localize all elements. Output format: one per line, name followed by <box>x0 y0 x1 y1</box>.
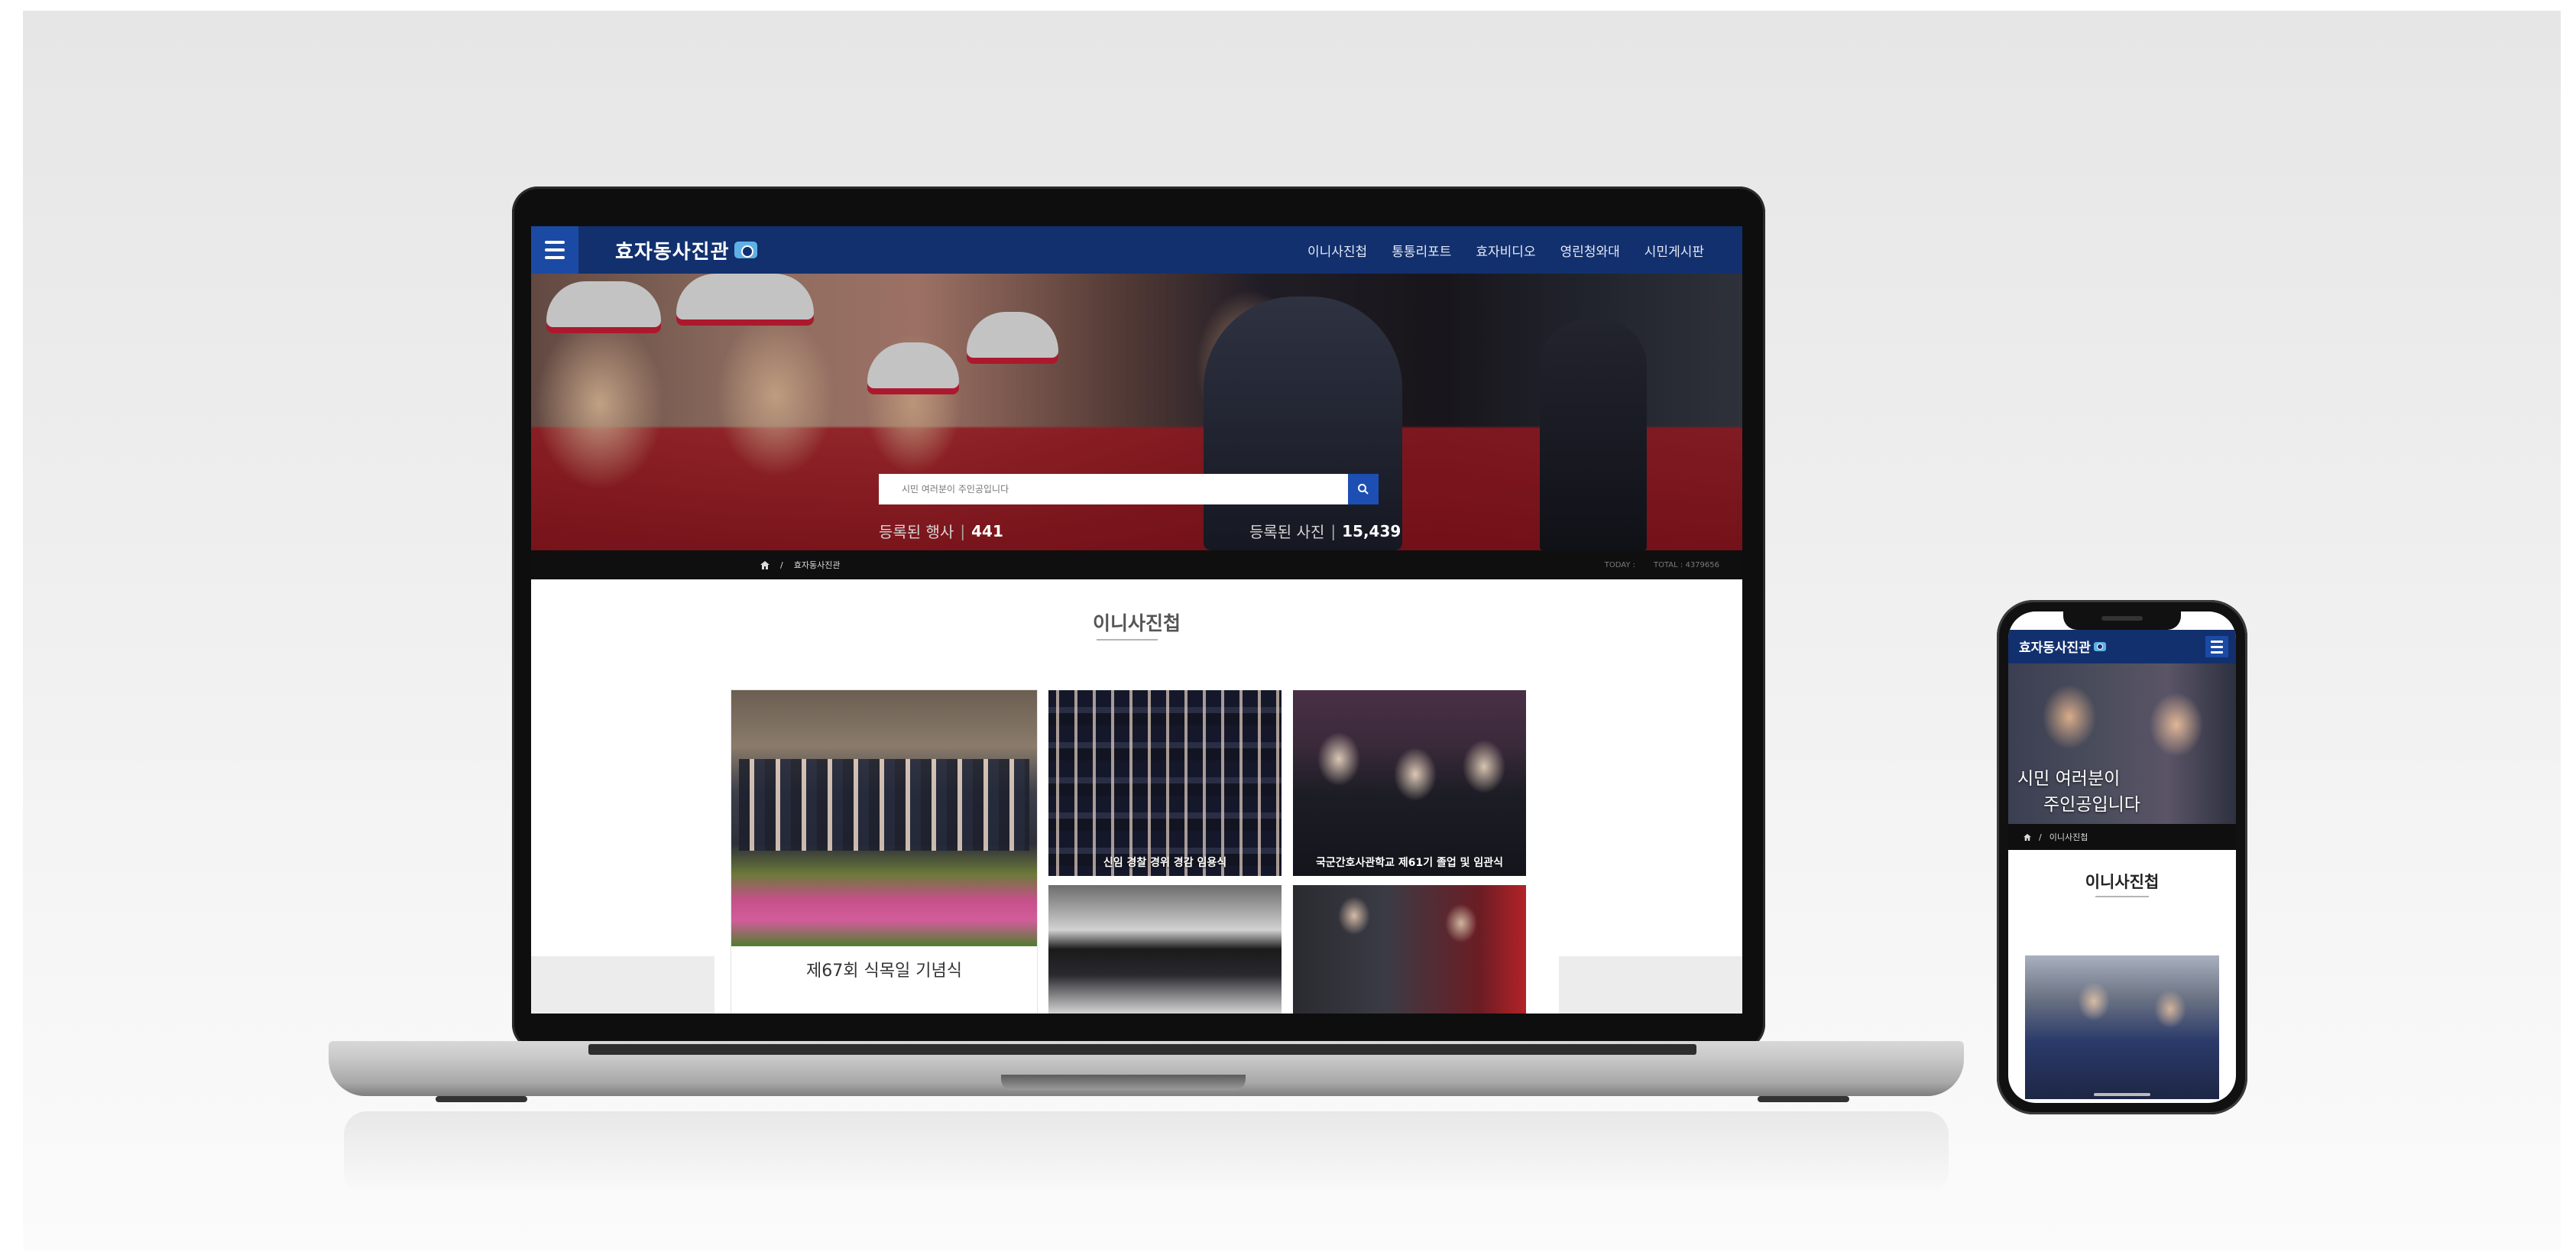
laptop-foot <box>1758 1096 1849 1102</box>
mobile-breadcrumb: / 이니사진첩 <box>2008 824 2236 850</box>
home-icon[interactable] <box>760 560 770 569</box>
main-nav: 이니사진첩 통통리포트 효자비디오 영린청와대 시민게시판 <box>1307 226 1704 274</box>
featured-album-card[interactable]: 제67회 식목일 기념식 <box>731 690 1037 1014</box>
album-card[interactable]: 국군간호사관학교 제61기 졸업 및 임관식 <box>1293 690 1526 876</box>
album-card[interactable]: 신임 경찰 경위 경감 임용식 <box>1048 690 1282 876</box>
album-photo <box>1293 885 1526 1014</box>
nav-item-board[interactable]: 시민게시판 <box>1644 241 1704 260</box>
site-header: 효자동사진관 이니사진첩 통통리포트 효자비디오 영린청와대 시민게시판 <box>531 226 1742 274</box>
site-logo-text: 효자동사진관 <box>615 240 730 264</box>
breadcrumb-separator: / <box>780 560 783 570</box>
site-logo[interactable]: 효자동사진관 <box>615 236 757 264</box>
album-photo-detail <box>739 759 1029 851</box>
menu-icon-bar <box>2211 640 2223 643</box>
laptop-keyboard-slot <box>588 1044 1696 1055</box>
album-photo <box>1048 690 1282 876</box>
nav-item-report[interactable]: 통통리포트 <box>1392 241 1451 260</box>
menu-icon-bar <box>2211 650 2223 654</box>
photos-stat: 등록된 사진 | 15,439 <box>1249 520 1401 542</box>
album-photo <box>1293 690 1526 876</box>
menu-button[interactable] <box>531 226 578 274</box>
breadcrumb-bar: / 효자동사진관 TODAY : TOTAL : 4379656 <box>531 550 1742 579</box>
mobile-hero: 시민 여러분이 주인공입니다 <box>2008 663 2236 824</box>
mobile-hero-line2: 주인공입니다 <box>2043 795 2140 815</box>
album-caption: 제67회 식목일 기념식 <box>806 962 962 981</box>
menu-icon-bar <box>545 256 565 259</box>
nav-item-video[interactable]: 효자비디오 <box>1476 241 1535 260</box>
camera-icon <box>2093 641 2106 651</box>
laptop-reflection <box>344 1111 1949 1195</box>
photos-label: 등록된 사진 <box>1249 523 1325 541</box>
breadcrumb: / 효자동사진관 <box>760 550 840 579</box>
home-icon[interactable] <box>2024 833 2031 841</box>
visit-counter: TODAY : TOTAL : 4379656 <box>1605 550 1719 579</box>
search-button[interactable] <box>1348 474 1379 504</box>
search-bar <box>879 474 1379 504</box>
album-card[interactable] <box>1048 885 1282 1014</box>
events-count: 441 <box>971 521 1003 540</box>
breadcrumb-current[interactable]: 효자동사진관 <box>794 559 841 571</box>
album-caption: 신임 경찰 경위 경감 임용식 <box>1103 857 1227 869</box>
phone-home-indicator <box>2094 1093 2150 1096</box>
mobile-hero-text: 시민 여러분이 주인공입니다 <box>2017 766 2140 818</box>
search-input[interactable] <box>879 474 1348 504</box>
album-photo <box>1048 885 1282 1014</box>
search-icon <box>1358 484 1369 495</box>
mobile-menu-button[interactable] <box>2205 636 2228 657</box>
section-title: 이니사진첩 <box>1092 612 1181 634</box>
phone-notch <box>2063 611 2181 630</box>
stat-divider: | <box>960 521 966 540</box>
mobile-section-title: 이니사진첩 <box>2085 873 2160 891</box>
laptop-opening-notch <box>1001 1075 1246 1090</box>
phone-speaker <box>2101 616 2143 621</box>
menu-icon-bar <box>545 248 565 251</box>
mobile-album-photo[interactable] <box>2025 955 2219 1099</box>
hero-banner: 등록된 행사 | 441 등록된 사진 | 15,439 <box>531 274 1742 550</box>
hero-overlay <box>531 274 1742 550</box>
album-caption: 국군간호사관학교 제61기 졸업 및 임관식 <box>1315 857 1504 869</box>
mobile-logo[interactable]: 효자동사진관 <box>2019 637 2106 656</box>
breadcrumb-current[interactable]: 이니사진첩 <box>2049 831 2088 843</box>
menu-icon-bar <box>545 241 565 244</box>
events-stat: 등록된 행사 | 441 <box>879 520 1003 542</box>
laptop-foot <box>436 1096 527 1102</box>
background-band <box>1559 956 1742 1014</box>
section-title-underline <box>2095 896 2149 897</box>
menu-icon-bar <box>2211 645 2223 648</box>
laptop-screen: 효자동사진관 이니사진첩 통통리포트 효자비디오 영린청와대 시민게시판 시민 … <box>531 226 1742 1014</box>
section-title-underline <box>1097 639 1158 641</box>
stat-divider: | <box>1330 521 1337 540</box>
today-count: TODAY : <box>1604 560 1635 569</box>
background-band <box>531 956 714 1014</box>
nav-item-photo-album[interactable]: 이니사진첩 <box>1307 241 1367 260</box>
phone-screen: 효자동사진관 시민 여러분이 주인공입니다 / 이니사진첩 이니사진첩 <box>2008 611 2236 1103</box>
mobile-hero-line1: 시민 여러분이 <box>2017 769 2121 789</box>
album-photo <box>731 690 1037 946</box>
mobile-header: 효자동사진관 <box>2008 630 2236 663</box>
mobile-logo-text: 효자동사진관 <box>2019 641 2091 656</box>
camera-icon <box>734 242 757 258</box>
album-card[interactable] <box>1293 885 1526 1014</box>
total-count: TOTAL : 4379656 <box>1654 560 1719 569</box>
photos-count: 15,439 <box>1342 521 1401 540</box>
nav-item-cheongwadae[interactable]: 영린청와대 <box>1560 241 1620 260</box>
breadcrumb-separator: / <box>2039 832 2042 842</box>
events-label: 등록된 행사 <box>879 523 954 541</box>
